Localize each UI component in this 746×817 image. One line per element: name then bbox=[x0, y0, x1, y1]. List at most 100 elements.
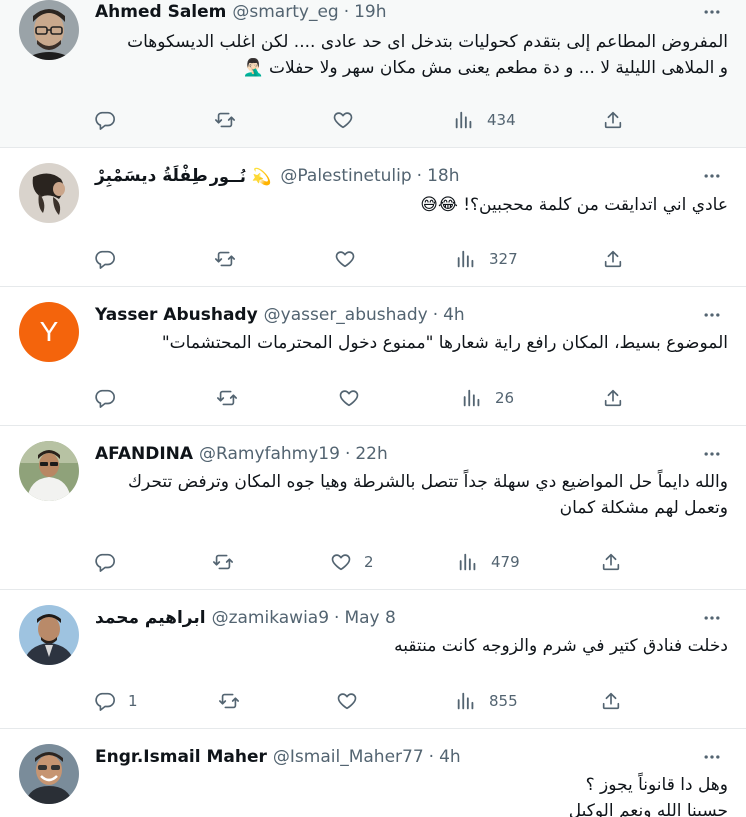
retweet-button[interactable] bbox=[218, 689, 252, 713]
timestamp[interactable]: 19h bbox=[354, 2, 386, 22]
more-options-button[interactable] bbox=[700, 606, 724, 630]
separator-dot: · bbox=[344, 444, 351, 464]
separator-dot: · bbox=[428, 747, 435, 767]
display-name[interactable]: Engr.Ismail Maher bbox=[95, 747, 267, 767]
tweet-header: ابراهيم محمد @zamikawia9 · May 8 bbox=[95, 606, 396, 630]
tweet[interactable]: طِفْلَةُ ديسَمْبِرْ نُــور 💫 @Palestinet… bbox=[0, 148, 746, 287]
views-button[interactable]: 855 bbox=[455, 689, 518, 713]
avatar[interactable]: Y bbox=[19, 302, 79, 362]
retweet-icon bbox=[217, 390, 237, 406]
user-handle[interactable]: @yasser_abushady bbox=[264, 305, 428, 325]
retweet-icon bbox=[219, 693, 239, 709]
tweet-text-line: و الملاهى الليلية لا ... و دة مطعم يعنى … bbox=[242, 58, 728, 78]
tweet[interactable]: Y Yasser Abushady @yasser_abushady · 4h … bbox=[0, 287, 746, 426]
views-button[interactable]: 327 bbox=[455, 247, 518, 271]
avatar[interactable] bbox=[19, 744, 79, 804]
more-options-button[interactable] bbox=[700, 0, 724, 24]
display-name[interactable]: Ahmed Salem bbox=[95, 2, 226, 22]
reply-feed: Ahmed Salem @smarty_eg · 19h المفروض الم… bbox=[0, 0, 746, 817]
retweet-icon bbox=[213, 554, 233, 570]
tweet[interactable]: Ahmed Salem @smarty_eg · 19h المفروض الم… bbox=[0, 0, 746, 148]
tweet[interactable]: Engr.Ismail Maher @Ismail_Maher77 · 4h و… bbox=[0, 729, 746, 817]
timestamp[interactable]: 22h bbox=[355, 444, 387, 464]
avatar[interactable] bbox=[19, 441, 79, 501]
retweet-button[interactable] bbox=[216, 386, 250, 410]
reply-button[interactable]: 1 bbox=[94, 689, 138, 713]
tweet-text-line: دخلت فنادق كتير في شرم والزوجه كانت منتق… bbox=[394, 636, 728, 656]
views-button[interactable]: 434 bbox=[453, 108, 516, 132]
like-button[interactable] bbox=[338, 386, 372, 410]
like-button[interactable] bbox=[332, 108, 366, 132]
heart-icon bbox=[333, 112, 353, 129]
avatar[interactable] bbox=[19, 163, 79, 223]
retweet-icon bbox=[215, 112, 235, 128]
more-icon bbox=[704, 10, 720, 14]
reply-count: 1 bbox=[128, 692, 138, 710]
retweet-button[interactable] bbox=[214, 247, 248, 271]
tweet-text: دخلت فنادق كتير في شرم والزوجه كانت منتق… bbox=[95, 633, 728, 659]
more-icon bbox=[704, 313, 720, 317]
tweet-text: والله دايماً حل المواضيع دي سهلة جداً تت… bbox=[95, 469, 728, 521]
reply-button[interactable] bbox=[94, 108, 128, 132]
reply-button[interactable] bbox=[94, 550, 128, 574]
share-button[interactable] bbox=[602, 386, 624, 410]
retweet-icon bbox=[215, 251, 235, 267]
avatar[interactable] bbox=[19, 605, 79, 665]
share-button[interactable] bbox=[602, 247, 624, 271]
retweet-button[interactable] bbox=[212, 550, 246, 574]
more-options-button[interactable] bbox=[700, 303, 724, 327]
views-icon bbox=[455, 111, 472, 129]
views-button[interactable]: 479 bbox=[457, 550, 520, 574]
more-options-button[interactable] bbox=[700, 164, 724, 188]
tweet-header: Engr.Ismail Maher @Ismail_Maher77 · 4h bbox=[95, 745, 461, 769]
like-count: 2 bbox=[364, 553, 374, 571]
retweet-button[interactable] bbox=[214, 108, 248, 132]
like-button[interactable] bbox=[334, 247, 368, 271]
tweet[interactable]: AFANDINA @Ramyfahmy19 · 22h والله دايماً… bbox=[0, 426, 746, 590]
display-name[interactable]: ابراهيم محمد bbox=[95, 608, 206, 628]
share-button[interactable] bbox=[602, 108, 624, 132]
user-handle[interactable]: @Palestinetulip bbox=[280, 166, 411, 186]
reply-button[interactable] bbox=[94, 247, 128, 271]
timestamp[interactable]: 4h bbox=[439, 747, 461, 767]
views-icon bbox=[463, 389, 480, 407]
display-name[interactable]: Yasser Abushady bbox=[95, 305, 258, 325]
share-icon bbox=[602, 692, 620, 710]
views-icon bbox=[457, 692, 474, 710]
more-icon bbox=[704, 174, 720, 178]
timestamp[interactable]: May 8 bbox=[344, 608, 395, 628]
timestamp[interactable]: 4h bbox=[443, 305, 465, 325]
views-icon bbox=[457, 250, 474, 268]
heart-icon bbox=[339, 390, 359, 407]
like-button[interactable] bbox=[336, 689, 370, 713]
like-button[interactable]: 2 bbox=[330, 550, 374, 574]
display-name[interactable]: AFANDINA bbox=[95, 444, 193, 464]
view-count: 26 bbox=[495, 389, 515, 407]
views-button[interactable]: 26 bbox=[461, 386, 514, 410]
more-options-button[interactable] bbox=[700, 442, 724, 466]
avatar-letter: Y bbox=[39, 316, 59, 347]
display-name[interactable]: طِفْلَةُ ديسَمْبِرْ bbox=[95, 166, 208, 186]
tweet-text: الموضوع بسيط، المكان رافع راية شعارها "م… bbox=[95, 330, 728, 356]
heart-icon bbox=[337, 693, 357, 710]
reply-button[interactable] bbox=[94, 386, 128, 410]
share-button[interactable] bbox=[600, 550, 622, 574]
separator-dot: · bbox=[334, 608, 340, 628]
view-count: 479 bbox=[491, 553, 520, 571]
tweet[interactable]: ابراهيم محمد @zamikawia9 · May 8 دخلت فن… bbox=[0, 590, 746, 729]
separator-dot: · bbox=[416, 166, 423, 186]
more-options-button[interactable] bbox=[700, 745, 724, 769]
share-button[interactable] bbox=[600, 689, 622, 713]
avatar[interactable] bbox=[19, 0, 79, 60]
user-handle[interactable]: @Ramyfahmy19 bbox=[199, 444, 340, 464]
share-icon bbox=[604, 111, 622, 129]
tweet-text-line: الموضوع بسيط، المكان رافع راية شعارها "م… bbox=[161, 333, 728, 353]
separator-dot: · bbox=[343, 2, 350, 22]
timestamp[interactable]: 18h bbox=[427, 166, 459, 186]
user-handle[interactable]: @smarty_eg bbox=[232, 2, 338, 22]
user-handle[interactable]: @Ismail_Maher77 bbox=[273, 747, 424, 767]
user-handle[interactable]: @zamikawia9 bbox=[212, 608, 329, 628]
reply-icon bbox=[95, 553, 115, 572]
view-count: 434 bbox=[487, 111, 516, 129]
display-name-badge[interactable]: نُــور 💫 bbox=[210, 167, 272, 186]
